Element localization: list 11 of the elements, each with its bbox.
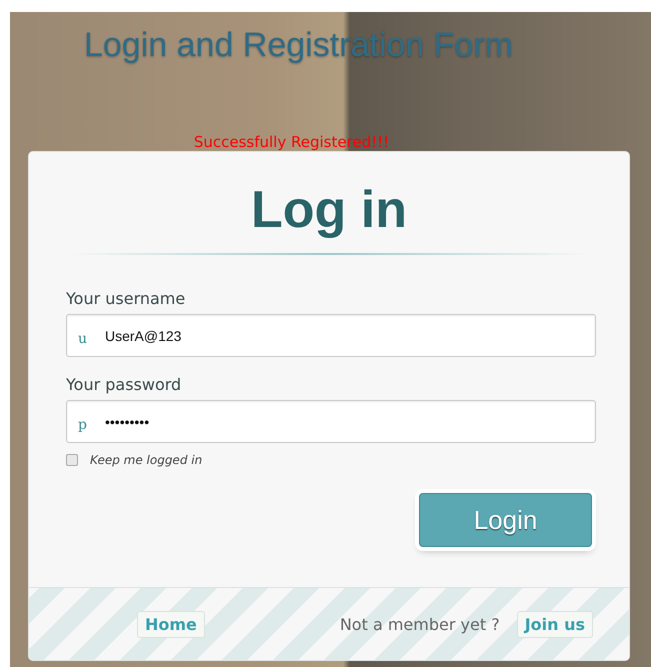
join-link[interactable]: Join us	[516, 610, 593, 638]
input-field[interactable]: u UserA@123	[66, 314, 596, 357]
field-label: Your username	[66, 289, 186, 308]
signup-prompt: Not a member yet ?	[340, 614, 500, 634]
success-message: Successfully Registered!!!	[194, 133, 390, 151]
form-heading: Log in	[250, 180, 408, 240]
checkbox-label: Keep me logged in	[90, 453, 202, 467]
field-label: Your password	[66, 375, 182, 394]
keep-logged-in-checkbox[interactable]	[66, 454, 78, 466]
input-field[interactable]: p •••••••••	[66, 400, 596, 443]
home-link[interactable]: Home	[137, 610, 205, 638]
